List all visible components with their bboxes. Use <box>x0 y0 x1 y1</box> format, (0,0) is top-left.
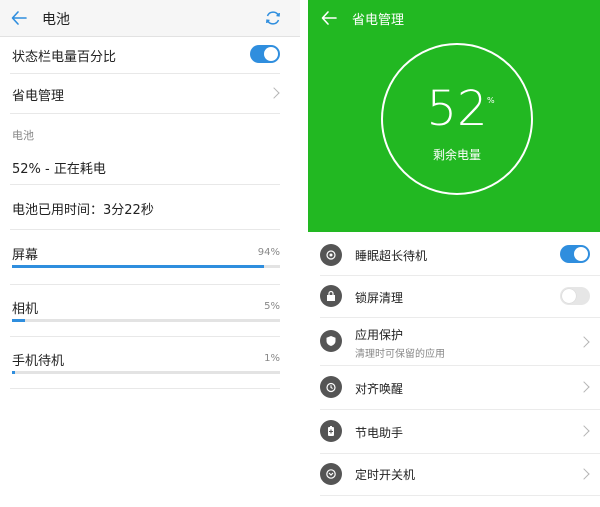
usage-bar <box>12 319 280 322</box>
shield-icon <box>320 330 342 352</box>
battery-screen: 电池 状态栏电量百分比 省电管理 电池 52% - 正在耗电 电池已用时间：3分… <box>0 0 300 507</box>
back-arrow-icon[interactable] <box>10 9 28 27</box>
lock-screen-clean-row[interactable]: 锁屏清理 <box>308 276 600 316</box>
refresh-icon[interactable] <box>264 9 282 27</box>
row-label: 睡眠超长待机 <box>355 249 428 263</box>
power-saving-row[interactable]: 省电管理 <box>0 74 300 112</box>
app-protection-row[interactable]: 应用保护 清理时可保留的应用 <box>308 318 600 364</box>
status-bar-percent-row[interactable]: 状态栏电量百分比 <box>0 37 300 73</box>
usage-bar-fill <box>12 265 264 268</box>
scheduled-power-row[interactable]: 定时开关机 <box>308 454 600 494</box>
divider <box>10 229 280 230</box>
power-assistant-row[interactable]: 节电助手 <box>308 410 600 452</box>
timer-icon <box>320 463 342 485</box>
divider <box>10 336 280 337</box>
row-label: 对齐唤醒 <box>355 382 404 396</box>
battery-usage-time: 电池已用时间：3分22秒 <box>12 203 154 218</box>
row-sublabel: 清理时可保留的应用 <box>355 349 445 360</box>
sleep-standby-row[interactable]: 睡眠超长待机 <box>308 236 600 274</box>
usage-name: 相机 <box>12 302 39 317</box>
row-label: 应用保护 <box>355 328 404 342</box>
usage-item-standby[interactable]: 手机待机 1% <box>0 344 300 390</box>
alarm-clock-icon <box>320 376 342 398</box>
usage-bar-fill <box>12 319 26 322</box>
usage-percent: 94% <box>257 247 280 258</box>
divider <box>10 284 280 285</box>
align-wakeup-row[interactable]: 对齐唤醒 <box>308 366 600 408</box>
battery-level-label: 剩余电量 <box>432 148 481 162</box>
divider <box>10 113 280 114</box>
usage-item-screen[interactable]: 屏幕 94% <box>0 238 300 284</box>
chevron-right-icon <box>268 87 280 99</box>
divider <box>10 388 280 389</box>
sleep-standby-toggle[interactable] <box>560 245 590 263</box>
usage-bar <box>12 265 280 268</box>
chevron-right-icon <box>578 381 590 393</box>
battery-gauge: 52 % 剩余电量 <box>381 43 533 195</box>
usage-bar <box>12 371 280 374</box>
power-icon <box>320 244 342 266</box>
status-bar-percent-toggle[interactable] <box>250 45 280 63</box>
usage-percent: 1% <box>264 353 280 364</box>
lock-screen-clean-toggle[interactable] <box>560 287 590 305</box>
usage-name: 屏幕 <box>12 248 39 263</box>
chevron-right-icon <box>578 336 590 348</box>
usage-percent: 5% <box>264 301 280 312</box>
row-label: 定时开关机 <box>355 468 416 482</box>
back-arrow-icon[interactable] <box>320 9 338 27</box>
section-label: 电池 <box>12 129 34 142</box>
usage-item-camera[interactable]: 相机 5% <box>0 292 300 338</box>
power-saving-label: 省电管理 <box>12 89 65 104</box>
usage-bar-fill <box>12 371 15 374</box>
status-bar-percent-label: 状态栏电量百分比 <box>12 50 117 65</box>
divider <box>10 184 280 185</box>
battery-gauge-header: 省电管理 52 % 剩余电量 <box>308 0 600 232</box>
battery-header: 电池 <box>0 0 300 37</box>
page-title: 电池 <box>42 12 70 28</box>
panel-gap <box>300 0 308 507</box>
chevron-right-icon <box>578 468 590 480</box>
power-saving-screen: 省电管理 52 % 剩余电量 睡眠超长待机 锁屏清理 应用保护 清理时可保留的应… <box>308 0 600 507</box>
lock-clean-icon <box>320 285 342 307</box>
chevron-right-icon <box>578 425 590 437</box>
battery-level-value: 52 <box>426 81 488 137</box>
row-label: 锁屏清理 <box>355 291 404 305</box>
divider <box>320 495 600 496</box>
row-label: 节电助手 <box>355 426 404 440</box>
page-title: 省电管理 <box>352 13 405 28</box>
usage-name: 手机待机 <box>12 354 65 369</box>
battery-level-unit: % <box>487 96 495 105</box>
battery-status: 52% - 正在耗电 <box>12 162 106 177</box>
battery-plus-icon <box>320 420 342 442</box>
